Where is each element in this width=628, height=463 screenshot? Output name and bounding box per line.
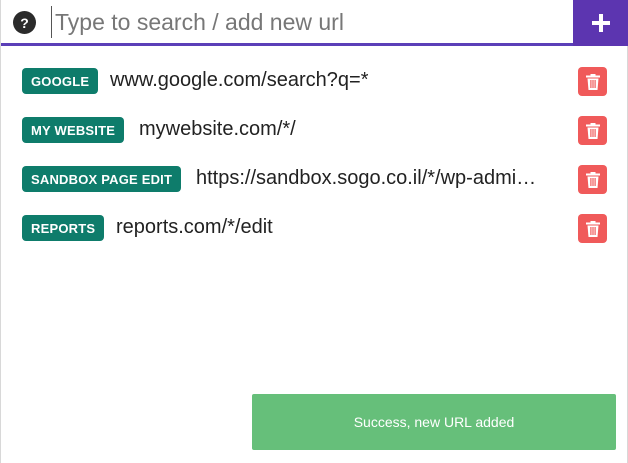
- url-text[interactable]: https://sandbox.sogo.co.il/*/wp-admin/po…: [196, 167, 541, 190]
- trash-icon: [585, 122, 600, 139]
- list-item: MY WEBSITE mywebsite.com/*/: [1, 106, 628, 146]
- search-underline: [1, 43, 573, 46]
- add-url-button[interactable]: [573, 0, 628, 46]
- plus-icon: [592, 14, 610, 32]
- trash-icon: [585, 220, 600, 237]
- url-text[interactable]: reports.com/*/edit: [116, 216, 273, 239]
- url-tag[interactable]: GOOGLE: [22, 68, 99, 94]
- delete-button[interactable]: [578, 67, 607, 96]
- url-tag[interactable]: MY WEBSITE: [22, 117, 125, 143]
- list-item: REPORTS reports.com/*/edit: [1, 204, 628, 244]
- delete-button[interactable]: [578, 116, 607, 145]
- popup-frame: ? GOOGLE www.google.com/search?q=*: [0, 0, 628, 463]
- delete-button[interactable]: [578, 165, 607, 194]
- search-bar: ?: [1, 0, 628, 46]
- success-toast: Success, new URL added: [252, 394, 616, 450]
- trash-icon: [585, 171, 600, 188]
- help-icon[interactable]: ?: [13, 11, 36, 34]
- list-item: GOOGLE www.google.com/search?q=*: [1, 57, 628, 97]
- url-text[interactable]: www.google.com/search?q=*: [110, 69, 368, 92]
- trash-icon: [585, 73, 600, 90]
- delete-button[interactable]: [578, 214, 607, 243]
- url-tag[interactable]: REPORTS: [22, 215, 105, 241]
- list-item: SANDBOX PAGE EDIT https://sandbox.sogo.c…: [1, 155, 628, 195]
- search-input[interactable]: [51, 6, 561, 38]
- url-tag[interactable]: SANDBOX PAGE EDIT: [22, 166, 182, 192]
- url-text[interactable]: mywebsite.com/*/: [139, 118, 296, 141]
